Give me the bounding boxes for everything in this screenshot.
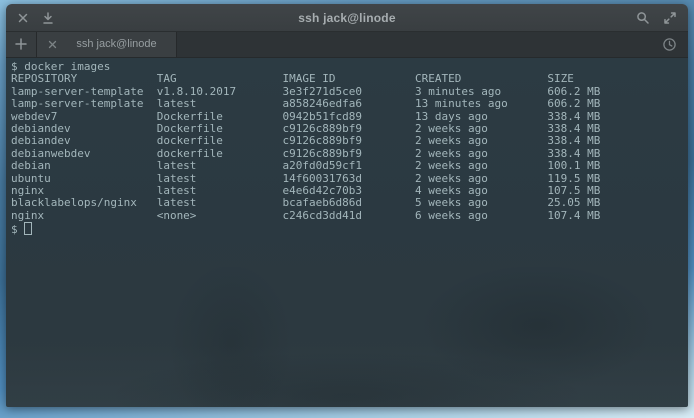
minimize-icon [41,11,55,25]
tab-bar: ssh jack@linode [6,32,688,58]
expand-icon [663,11,677,25]
fullscreen-button[interactable] [663,11,677,25]
terminal-window: ssh jack@linode ssh jack@lin [6,4,688,407]
minimize-window-button[interactable] [41,11,55,25]
tab-ssh-session[interactable]: ssh jack@linode [37,32,177,57]
terminal-pane[interactable]: $ docker images REPOSITORY TAG IMAGE ID … [6,58,688,407]
wallpaper-silhouette [6,267,688,407]
plus-icon [15,38,27,50]
search-icon [636,11,650,25]
close-window-button[interactable] [16,11,30,25]
tab-label: ssh jack@linode [63,32,170,57]
close-icon [16,11,30,25]
window-title: ssh jack@linode [6,4,688,32]
new-tab-button[interactable] [6,32,37,57]
close-tab-button[interactable] [47,39,58,50]
titlebar[interactable]: ssh jack@linode [6,4,688,32]
close-icon [47,39,58,50]
history-clock-icon [662,37,677,52]
terminal-output: $ docker images REPOSITORY TAG IMAGE ID … [11,61,600,237]
terminal-cursor [24,222,32,235]
history-button[interactable] [662,37,677,52]
search-button[interactable] [636,11,650,25]
